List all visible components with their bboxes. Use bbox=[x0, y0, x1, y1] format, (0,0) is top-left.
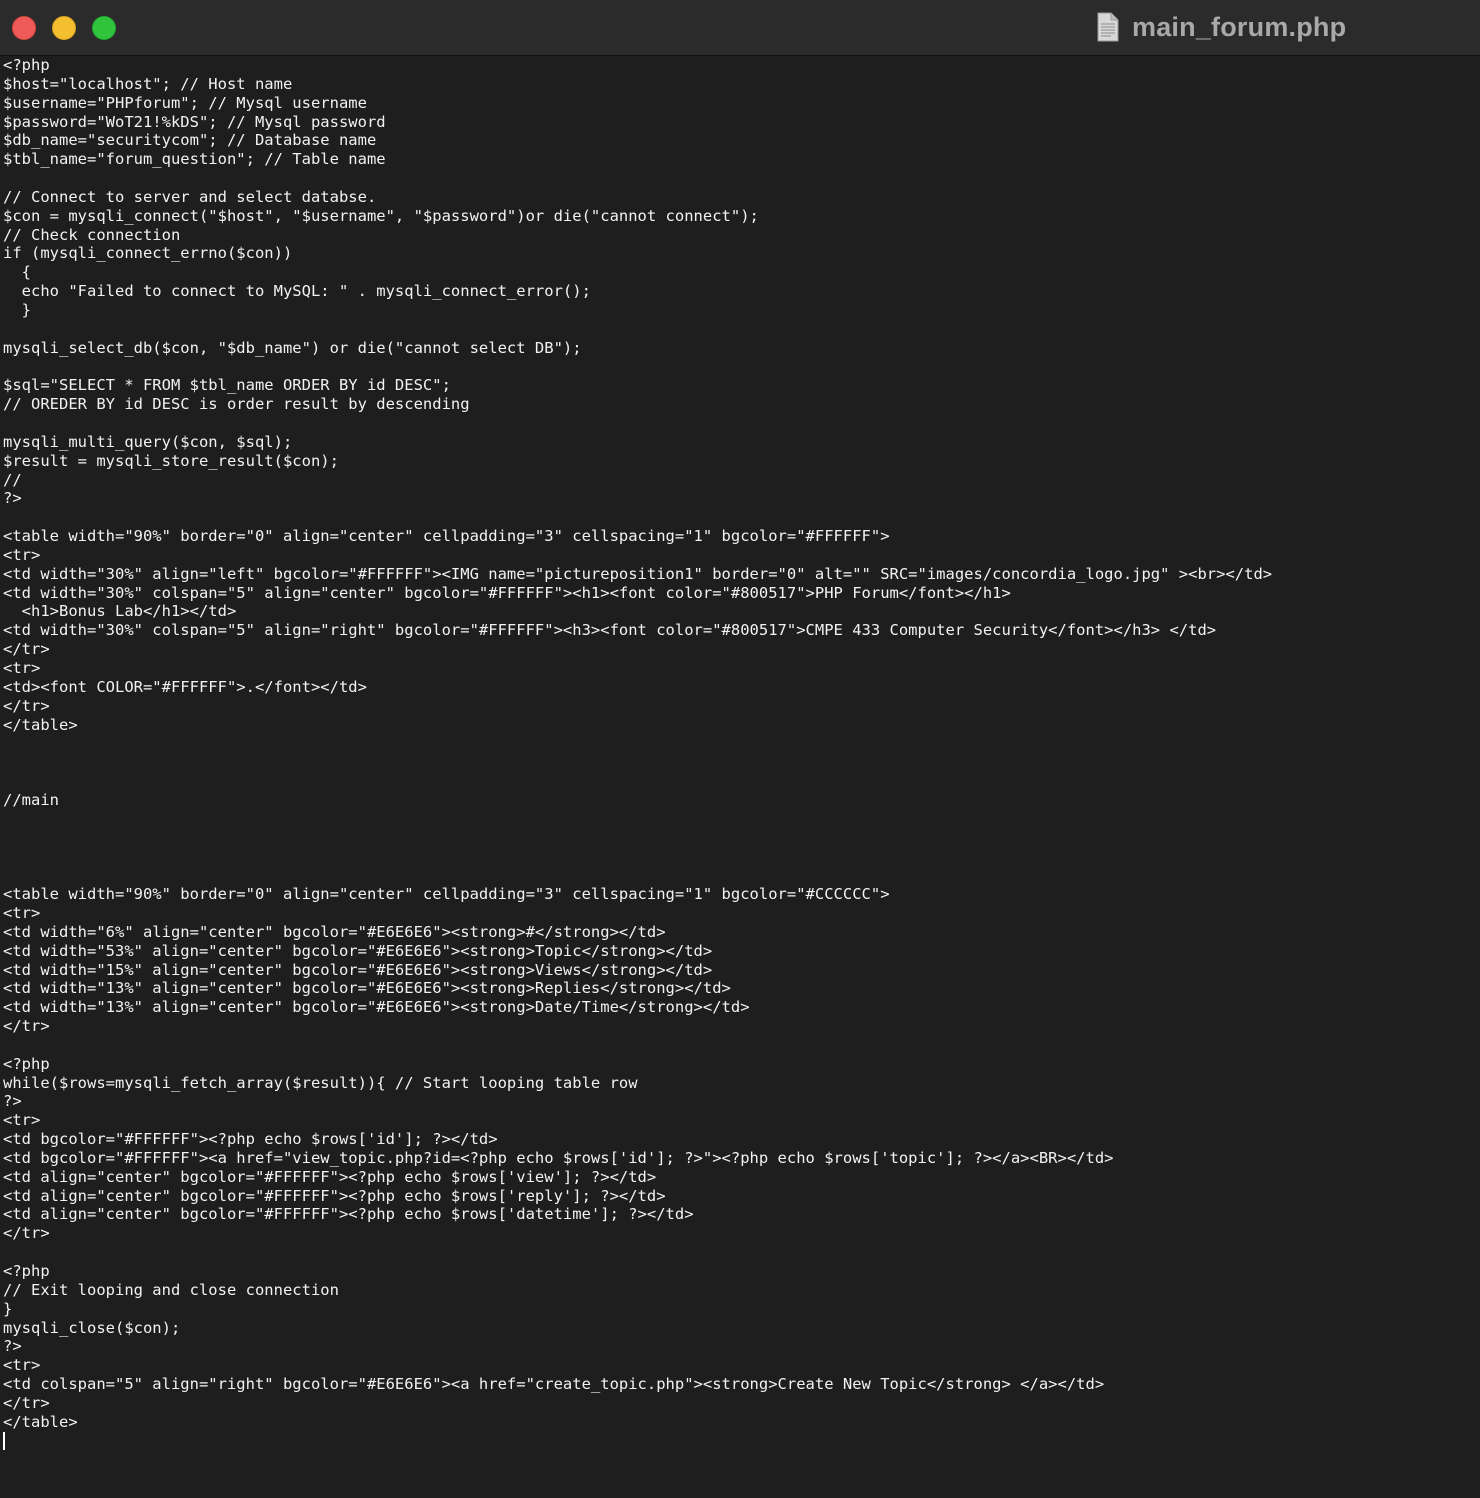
code-line[interactable]: } bbox=[3, 301, 1477, 320]
text-cursor bbox=[3, 1432, 5, 1451]
code-line[interactable]: <td width="6%" align="center" bgcolor="#… bbox=[3, 923, 1477, 942]
code-line[interactable]: mysqli_select_db($con, "$db_name") or di… bbox=[3, 339, 1477, 358]
zoom-button[interactable] bbox=[92, 16, 116, 40]
code-line[interactable]: <td width="53%" align="center" bgcolor="… bbox=[3, 942, 1477, 961]
code-line[interactable]: <td width="30%" align="left" bgcolor="#F… bbox=[3, 565, 1477, 584]
code-line[interactable]: echo "Failed to connect to MySQL: " . my… bbox=[3, 282, 1477, 301]
code-line[interactable] bbox=[3, 1432, 1477, 1451]
code-line[interactable]: mysqli_close($con); bbox=[3, 1319, 1477, 1338]
text-editor-window: main_forum.php <?php $host="localhost"; /… bbox=[0, 0, 1480, 1498]
code-line[interactable]: </tr> bbox=[3, 1224, 1477, 1243]
code-line[interactable]: <table width="90%" border="0" align="cen… bbox=[3, 885, 1477, 904]
code-line[interactable]: <td bgcolor="#FFFFFF"><?php echo $rows['… bbox=[3, 1130, 1477, 1149]
minimize-button[interactable] bbox=[52, 16, 76, 40]
code-line[interactable]: $db_name="securitycom"; // Database name bbox=[3, 131, 1477, 150]
code-line[interactable]: // Check connection bbox=[3, 226, 1477, 245]
code-line[interactable] bbox=[3, 414, 1477, 433]
code-line[interactable]: } bbox=[3, 1300, 1477, 1319]
code-line[interactable]: <tr> bbox=[3, 1111, 1477, 1130]
code-line[interactable]: ?> bbox=[3, 1092, 1477, 1111]
code-line[interactable] bbox=[3, 753, 1477, 772]
code-line[interactable]: $tbl_name="forum_question"; // Table nam… bbox=[3, 150, 1477, 169]
code-line[interactable]: if (mysqli_connect_errno($con)) bbox=[3, 244, 1477, 263]
code-line[interactable]: mysqli_multi_query($con, $sql); bbox=[3, 433, 1477, 452]
code-line[interactable]: <td align="center" bgcolor="#FFFFFF"><?p… bbox=[3, 1168, 1477, 1187]
code-line[interactable]: <?php bbox=[3, 1262, 1477, 1281]
code-line[interactable]: <td align="center" bgcolor="#FFFFFF"><?p… bbox=[3, 1187, 1477, 1206]
code-line[interactable]: $con = mysqli_connect("$host", "$usernam… bbox=[3, 207, 1477, 226]
code-line[interactable] bbox=[3, 169, 1477, 188]
document-icon bbox=[1097, 12, 1119, 42]
code-line[interactable]: <td align="center" bgcolor="#FFFFFF"><?p… bbox=[3, 1205, 1477, 1224]
code-line[interactable]: // Exit looping and close connection bbox=[3, 1281, 1477, 1300]
code-line[interactable]: $host="localhost"; // Host name bbox=[3, 75, 1477, 94]
code-line[interactable]: $result = mysqli_store_result($con); bbox=[3, 452, 1477, 471]
code-line[interactable]: while($rows=mysqli_fetch_array($result))… bbox=[3, 1074, 1477, 1093]
code-line[interactable]: </tr> bbox=[3, 1394, 1477, 1413]
window-title-group: main_forum.php bbox=[1096, 10, 1346, 44]
code-line[interactable]: <?php bbox=[3, 56, 1477, 75]
code-line[interactable]: <?php bbox=[3, 1055, 1477, 1074]
code-line[interactable]: <td width="13%" align="center" bgcolor="… bbox=[3, 998, 1477, 1017]
code-editor[interactable]: <?php $host="localhost"; // Host name $use… bbox=[3, 56, 1477, 1496]
code-line[interactable]: <tr> bbox=[3, 1356, 1477, 1375]
code-line[interactable]: { bbox=[3, 263, 1477, 282]
code-line[interactable]: <tr> bbox=[3, 546, 1477, 565]
code-line[interactable]: $sql="SELECT * FROM $tbl_name ORDER BY i… bbox=[3, 376, 1477, 395]
code-line[interactable] bbox=[3, 847, 1477, 866]
code-line[interactable]: </tr> bbox=[3, 697, 1477, 716]
code-line[interactable] bbox=[3, 866, 1477, 885]
code-line[interactable]: $password="WoT21!%kDS"; // Mysql passwor… bbox=[3, 113, 1477, 132]
code-line[interactable] bbox=[3, 829, 1477, 848]
code-line[interactable]: <tr> bbox=[3, 904, 1477, 923]
code-line[interactable]: <td width="30%" colspan="5" align="cente… bbox=[3, 584, 1477, 603]
code-line[interactable]: </table> bbox=[3, 716, 1477, 735]
code-line[interactable]: <tr> bbox=[3, 659, 1477, 678]
code-line[interactable]: </tr> bbox=[3, 640, 1477, 659]
code-line[interactable]: // OREDER BY id DESC is order result by … bbox=[3, 395, 1477, 414]
code-line[interactable] bbox=[3, 1243, 1477, 1262]
code-line[interactable] bbox=[3, 508, 1477, 527]
code-line[interactable]: <h1>Bonus Lab</h1></td> bbox=[3, 602, 1477, 621]
code-line[interactable] bbox=[3, 358, 1477, 377]
code-line[interactable]: <td bgcolor="#FFFFFF"><a href="view_topi… bbox=[3, 1149, 1477, 1168]
code-line[interactable] bbox=[3, 734, 1477, 753]
code-line[interactable] bbox=[3, 320, 1477, 339]
code-line[interactable]: // Connect to server and select databse. bbox=[3, 188, 1477, 207]
code-line[interactable] bbox=[3, 772, 1477, 791]
code-line[interactable]: <td colspan="5" align="right" bgcolor="#… bbox=[3, 1375, 1477, 1394]
code-line[interactable]: <td width="15%" align="center" bgcolor="… bbox=[3, 961, 1477, 980]
code-line[interactable] bbox=[3, 1036, 1477, 1055]
code-line[interactable]: // bbox=[3, 471, 1477, 490]
window-title: main_forum.php bbox=[1132, 11, 1347, 42]
code-line[interactable]: </table> bbox=[3, 1413, 1477, 1432]
code-line[interactable]: //main bbox=[3, 791, 1477, 810]
code-line[interactable]: <td width="30%" colspan="5" align="right… bbox=[3, 621, 1477, 640]
close-button[interactable] bbox=[12, 16, 36, 40]
title-bar[interactable]: main_forum.php bbox=[0, 0, 1480, 56]
code-line[interactable]: </tr> bbox=[3, 1017, 1477, 1036]
code-line[interactable]: $username="PHPforum"; // Mysql username bbox=[3, 94, 1477, 113]
code-line[interactable]: ?> bbox=[3, 1337, 1477, 1356]
code-line[interactable]: <td width="13%" align="center" bgcolor="… bbox=[3, 979, 1477, 998]
code-line[interactable]: ?> bbox=[3, 489, 1477, 508]
code-line[interactable] bbox=[3, 810, 1477, 829]
code-line[interactable]: <td><font COLOR="#FFFFFF">.</font></td> bbox=[3, 678, 1477, 697]
code-line[interactable]: <table width="90%" border="0" align="cen… bbox=[3, 527, 1477, 546]
